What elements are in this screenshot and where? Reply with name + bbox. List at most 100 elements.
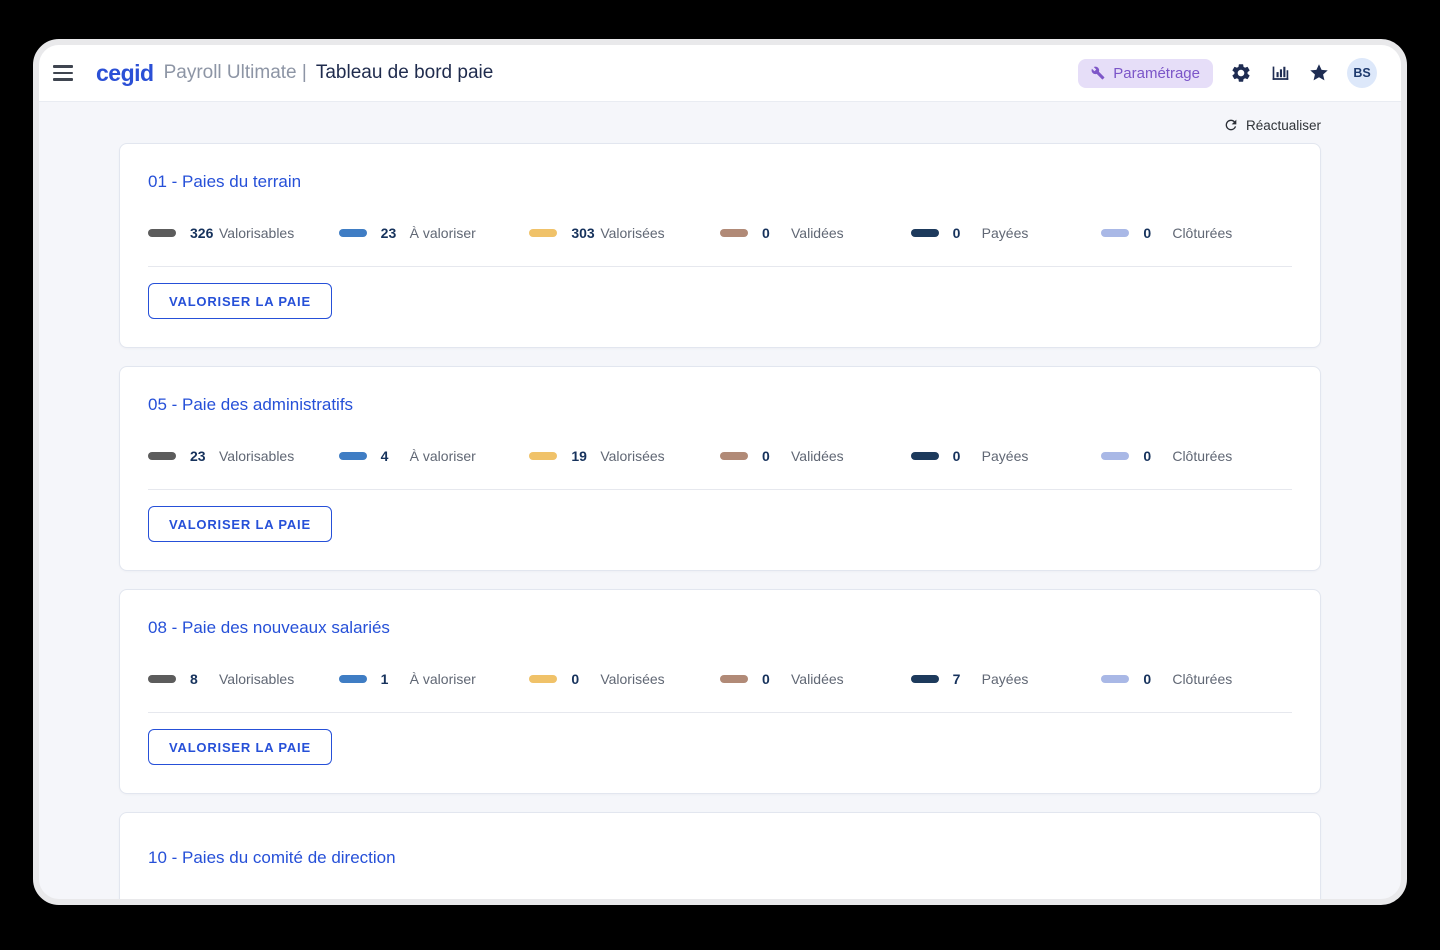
status-dash — [1101, 452, 1129, 460]
dashboard-content: Réactualiser 01 - Paies du terrain 326 V… — [119, 115, 1321, 905]
status-dash — [911, 452, 939, 460]
stat-value: 1 — [381, 671, 410, 687]
bar-chart-icon[interactable] — [1269, 62, 1291, 84]
stat-value: 0 — [762, 225, 791, 241]
refresh-button[interactable]: Réactualiser — [119, 115, 1321, 135]
stat-label: À valoriser — [410, 448, 476, 464]
page-title: Tableau de bord paie — [316, 62, 493, 84]
status-stats-row: 8 Valorisables 1 À valoriser 0 Valorisée… — [148, 671, 1292, 687]
stat-valorisees: 0 Valorisées — [529, 671, 720, 687]
stat-value: 23 — [190, 448, 219, 464]
stat-a-valoriser: 4 À valoriser — [339, 448, 530, 464]
status-dash — [1101, 675, 1129, 683]
stat-label: Payées — [982, 448, 1029, 464]
stat-label: Valorisées — [600, 671, 664, 687]
stat-valorisables: 23 Valorisables — [148, 448, 339, 464]
stat-value: 0 — [571, 671, 600, 687]
appbar-actions: Paramétrage BS — [1078, 58, 1377, 88]
stat-value: 8 — [190, 671, 219, 687]
stat-value: 0 — [953, 448, 982, 464]
stat-label: Valorisées — [600, 225, 664, 241]
stat-validees: 0 Validées — [720, 225, 911, 241]
card-divider — [148, 266, 1292, 267]
stat-label: Clôturées — [1172, 448, 1232, 464]
card-title[interactable]: 10 - Paies du comité de direction — [148, 848, 1292, 868]
status-dash — [1101, 229, 1129, 237]
stat-payees: 0 Payées — [911, 448, 1102, 464]
card-title[interactable]: 08 - Paie des nouveaux salariés — [148, 618, 1292, 638]
status-dash — [148, 675, 176, 683]
stat-label: Clôturées — [1172, 671, 1232, 687]
stat-value: 0 — [1143, 671, 1172, 687]
user-avatar[interactable]: BS — [1347, 58, 1377, 88]
stat-value: 0 — [762, 671, 791, 687]
stat-a-valoriser: 1 À valoriser — [339, 671, 530, 687]
stat-value: 303 — [571, 225, 600, 241]
stat-label: Validées — [791, 448, 844, 464]
stat-valorisables: 326 Valorisables — [148, 225, 339, 241]
status-dash — [529, 452, 557, 460]
card-title[interactable]: 01 - Paies du terrain — [148, 172, 1292, 192]
stat-label: À valoriser — [410, 225, 476, 241]
stat-label: Valorisables — [219, 225, 294, 241]
valoriser-la-paie-button[interactable]: VALORISER LA PAIE — [148, 729, 332, 765]
status-dash — [720, 452, 748, 460]
stat-value: 19 — [571, 448, 600, 464]
card-divider — [148, 489, 1292, 490]
stat-label: Valorisables — [219, 671, 294, 687]
stat-payees: 7 Payées — [911, 671, 1102, 687]
payroll-card-10: 10 - Paies du comité de direction — [119, 812, 1321, 905]
payroll-card-08: 08 - Paie des nouveaux salariés 8 Valori… — [119, 589, 1321, 794]
stat-label: Valorisables — [219, 448, 294, 464]
card-title[interactable]: 05 - Paie des administratifs — [148, 395, 1292, 415]
status-dash — [529, 675, 557, 683]
stat-value: 7 — [953, 671, 982, 687]
stat-label: Valorisées — [600, 448, 664, 464]
stat-cloturees: 0 Clôturées — [1101, 448, 1292, 464]
stat-payees: 0 Payées — [911, 225, 1102, 241]
refresh-label: Réactualiser — [1246, 118, 1321, 133]
status-dash — [339, 229, 367, 237]
stat-label: Payées — [982, 671, 1029, 687]
status-dash — [720, 675, 748, 683]
stat-cloturees: 0 Clôturées — [1101, 225, 1292, 241]
stat-value: 326 — [190, 225, 219, 241]
stat-value: 0 — [953, 225, 982, 241]
settings-gear-icon[interactable] — [1230, 62, 1252, 84]
stat-a-valoriser: 23 À valoriser — [339, 225, 530, 241]
favorite-star-icon[interactable] — [1308, 62, 1330, 84]
stat-valorisees: 303 Valorisées — [529, 225, 720, 241]
status-dash — [148, 229, 176, 237]
product-name: Payroll Ultimate | — [164, 62, 307, 84]
app-window: cegid Payroll Ultimate | Tableau de bord… — [33, 39, 1407, 905]
stat-validees: 0 Validées — [720, 671, 911, 687]
stat-label: Payées — [982, 225, 1029, 241]
wrench-icon — [1091, 66, 1105, 80]
menu-icon[interactable] — [53, 61, 73, 84]
stat-label: À valoriser — [410, 671, 476, 687]
stat-label: Clôturées — [1172, 225, 1232, 241]
valoriser-la-paie-button[interactable]: VALORISER LA PAIE — [148, 283, 332, 319]
app-bar: cegid Payroll Ultimate | Tableau de bord… — [39, 45, 1401, 102]
parametrage-label: Paramétrage — [1113, 65, 1200, 82]
payroll-card-05: 05 - Paie des administratifs 23 Valorisa… — [119, 366, 1321, 571]
valoriser-la-paie-button[interactable]: VALORISER LA PAIE — [148, 506, 332, 542]
stat-label: Validées — [791, 225, 844, 241]
stat-valorisees: 19 Valorisées — [529, 448, 720, 464]
stat-value: 0 — [762, 448, 791, 464]
stat-valorisables: 8 Valorisables — [148, 671, 339, 687]
stat-label: Validées — [791, 671, 844, 687]
status-dash — [529, 229, 557, 237]
status-dash — [911, 675, 939, 683]
stat-value: 0 — [1143, 225, 1172, 241]
stat-validees: 0 Validées — [720, 448, 911, 464]
refresh-icon — [1223, 117, 1239, 133]
payroll-card-01: 01 - Paies du terrain 326 Valorisables 2… — [119, 143, 1321, 348]
status-dash — [148, 452, 176, 460]
status-dash — [720, 229, 748, 237]
card-divider — [148, 712, 1292, 713]
status-dash — [339, 452, 367, 460]
stat-value: 23 — [381, 225, 410, 241]
cegid-logo: cegid — [96, 60, 154, 87]
parametrage-button[interactable]: Paramétrage — [1078, 59, 1213, 88]
